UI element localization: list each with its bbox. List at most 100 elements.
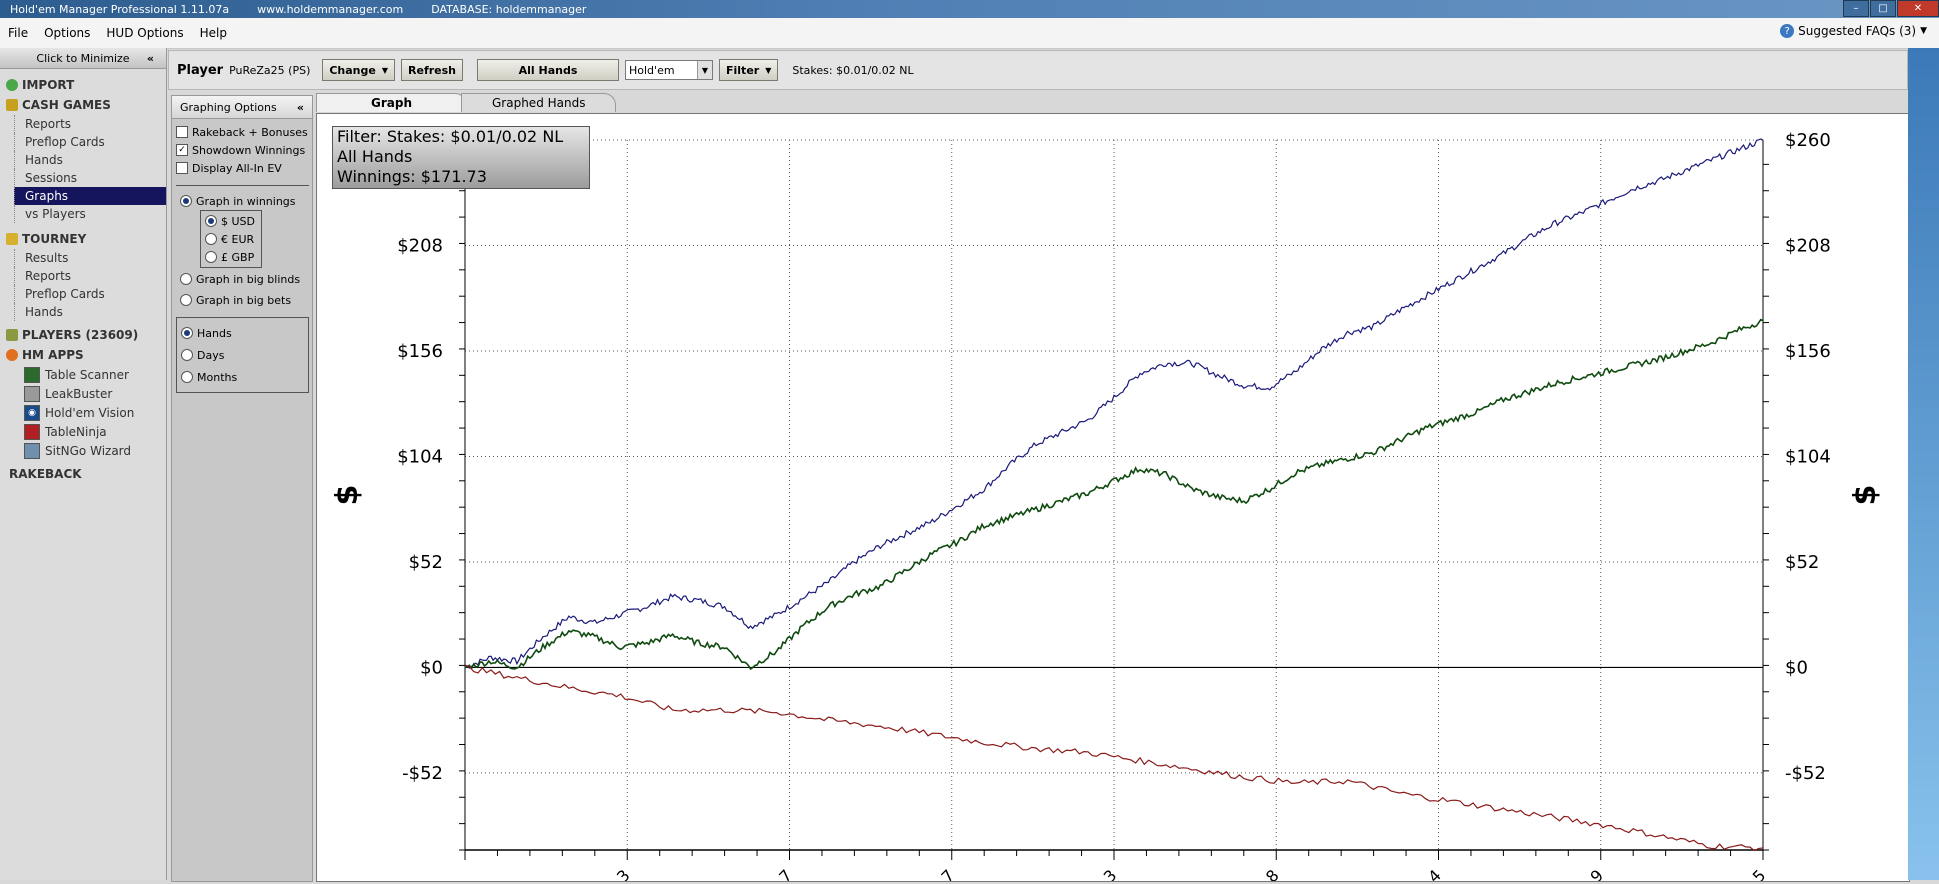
menu-help[interactable]: Help: [200, 26, 227, 40]
game-type-select[interactable]: Hold'em ▼: [625, 60, 713, 80]
menu-file[interactable]: File: [8, 26, 28, 40]
allin-ev-checkbox[interactable]: Display All-In EV: [172, 159, 312, 177]
app-table-scanner[interactable]: Table Scanner: [24, 365, 166, 384]
big-blinds-radio[interactable]: Graph in big blinds: [176, 270, 309, 288]
graphing-options-header[interactable]: Graphing Options «: [172, 96, 312, 119]
double-chevron-left-icon: «: [296, 100, 304, 114]
y-tick-label-right: $0: [1785, 657, 1808, 678]
nav-tourney-results[interactable]: Results: [14, 249, 166, 267]
change-player-button[interactable]: Change ▼: [322, 59, 396, 81]
player-label: Player: [177, 62, 224, 78]
graph-units-group: Graph in winnings $ USD € EUR £ GBP Grap…: [176, 185, 309, 311]
graphing-options-panel: Graphing Options « Rakeback + Bonuses ✓ …: [171, 95, 313, 882]
nav-tourney-hands[interactable]: Hands: [14, 303, 166, 321]
nav-cash-hands[interactable]: Hands: [14, 151, 166, 169]
app-sitngo-wizard[interactable]: SitNGo Wizard: [24, 441, 166, 460]
nav-tourney-preflop-cards[interactable]: Preflop Cards: [14, 285, 166, 303]
sitngo-wizard-icon: [24, 442, 40, 459]
nav-cash-preflop-cards[interactable]: Preflop Cards: [14, 133, 166, 151]
big-bets-label: Graph in big bets: [196, 293, 292, 307]
change-label: Change: [329, 63, 376, 77]
close-window-icon[interactable]: ✕: [1897, 0, 1939, 17]
players-icon: [6, 329, 18, 341]
holdem-vision-icon: ◉: [24, 404, 40, 421]
big-bets-radio[interactable]: Graph in big bets: [176, 291, 309, 309]
x-tick-label: 5: [1749, 866, 1770, 881]
y-tick-label-right: $52: [1785, 552, 1819, 573]
y-tick-label-left: $0: [420, 657, 443, 678]
days-label: Days: [197, 348, 225, 362]
graph-in-winnings-radio[interactable]: Graph in winnings: [176, 192, 309, 210]
nav-cash-games[interactable]: CASH GAMES: [0, 95, 166, 115]
nav-hm-apps[interactable]: HM APPS: [0, 345, 166, 365]
hands-radio[interactable]: Hands: [177, 322, 308, 344]
menu-hud-options[interactable]: HUD Options: [106, 26, 183, 40]
menu-options[interactable]: Options: [44, 26, 90, 40]
y-tick-label-right: $208: [1785, 235, 1831, 256]
currency-group: $ USD € EUR £ GBP: [200, 210, 262, 268]
nav-hm-apps-label: HM APPS: [22, 348, 84, 362]
tab-graph[interactable]: Graph: [316, 93, 467, 112]
desktop-background: [1908, 48, 1939, 880]
nav-cash-games-label: CASH GAMES: [22, 98, 111, 112]
refresh-button[interactable]: Refresh: [401, 59, 463, 81]
months-radio[interactable]: Months: [177, 366, 308, 388]
y-tick-label-left: -$52: [402, 763, 443, 784]
x-tick-label: 7: [938, 866, 959, 881]
player-name: PuReZa25 (PS): [229, 63, 311, 77]
nav-rakeback[interactable]: RAKEBACK: [0, 464, 166, 484]
app-tableninja[interactable]: TableNinja: [24, 422, 166, 441]
series-line-2: [464, 664, 1764, 852]
y-axis-label-right: $: [1848, 485, 1883, 506]
eur-radio[interactable]: € EUR: [201, 230, 261, 248]
app-sitngo-wizard-label: SitNGo Wizard: [45, 443, 132, 458]
tab-graphed-hands[interactable]: Graphed Hands: [461, 93, 617, 112]
minimize-panel-button[interactable]: Click to Minimize «: [0, 48, 166, 69]
window-controls: – □ ✕: [1842, 0, 1939, 17]
suggested-faqs[interactable]: ? Suggested FAQs (3) ▼: [1780, 24, 1927, 38]
x-axis-group: Hands Days Months: [176, 317, 309, 393]
usd-label: $ USD: [221, 214, 255, 228]
nav-tourney-label: TOURNEY: [22, 232, 87, 246]
winnings-chart: -$52 -$52 $0 $0 $52 $52 $104 $104 $156 $156 $208 $2…: [330, 130, 1883, 884]
x-tick-label: 7: [775, 866, 796, 881]
all-hands-button[interactable]: All Hands: [477, 59, 619, 81]
y-tick-label-left: $208: [397, 235, 443, 256]
tableninja-icon: [24, 423, 40, 440]
rakeback-checkbox[interactable]: Rakeback + Bonuses: [172, 123, 312, 141]
days-radio[interactable]: Days: [177, 344, 308, 366]
left-navigation: Click to Minimize « IMPORT CASH GAMES Re…: [0, 48, 167, 880]
nav-cash-vs-players[interactable]: vs Players: [14, 205, 166, 223]
app-holdem-vision[interactable]: ◉ Hold'em Vision: [24, 403, 166, 422]
dropdown-arrow-icon: ▼: [381, 65, 389, 75]
y-tick-label-right: $104: [1785, 446, 1831, 467]
eur-label: € EUR: [221, 232, 255, 246]
nav-players[interactable]: PLAYERS (23609): [0, 325, 166, 345]
filter-label: Filter: [726, 63, 760, 77]
legend-filter: Filter: Stakes: $0.01/0.02 NL: [337, 127, 564, 146]
window-title: Hold'em Manager Professional 1.11.07a: [10, 2, 230, 16]
graph-panel: -$52 -$52 $0 $0 $52 $52 $104 $104 $156 $156 $208 $2…: [316, 113, 1910, 884]
graph-legend: Filter: Stakes: $0.01/0.02 NL All Hands …: [332, 126, 590, 189]
table-scanner-icon: [24, 366, 40, 383]
minimize-window-icon[interactable]: –: [1843, 0, 1869, 17]
gbp-radio[interactable]: £ GBP: [201, 248, 261, 266]
nav-import[interactable]: IMPORT: [0, 75, 166, 95]
radio-selected-icon: [180, 195, 192, 207]
minimize-label: Click to Minimize: [36, 51, 130, 65]
app-leakbuster[interactable]: LeakBuster: [24, 384, 166, 403]
big-blinds-label: Graph in big blinds: [196, 272, 301, 286]
maximize-window-icon[interactable]: □: [1870, 0, 1896, 17]
nav-cash-graphs[interactable]: Graphs: [14, 187, 166, 205]
nav-tourney[interactable]: TOURNEY: [0, 229, 166, 249]
x-tick-label: 8: [1262, 866, 1283, 881]
filter-button[interactable]: Filter ▼: [719, 59, 779, 81]
y-tick-label-right: $260: [1785, 130, 1831, 151]
nav-cash-sessions[interactable]: Sessions: [14, 169, 166, 187]
usd-radio[interactable]: $ USD: [201, 212, 261, 230]
x-tick-label: 3: [1100, 866, 1121, 881]
showdown-winnings-checkbox[interactable]: ✓ Showdown Winnings: [172, 141, 312, 159]
database-label: DATABASE: holdemmanager: [431, 2, 587, 16]
nav-tourney-reports[interactable]: Reports: [14, 267, 166, 285]
nav-cash-reports[interactable]: Reports: [14, 115, 166, 133]
